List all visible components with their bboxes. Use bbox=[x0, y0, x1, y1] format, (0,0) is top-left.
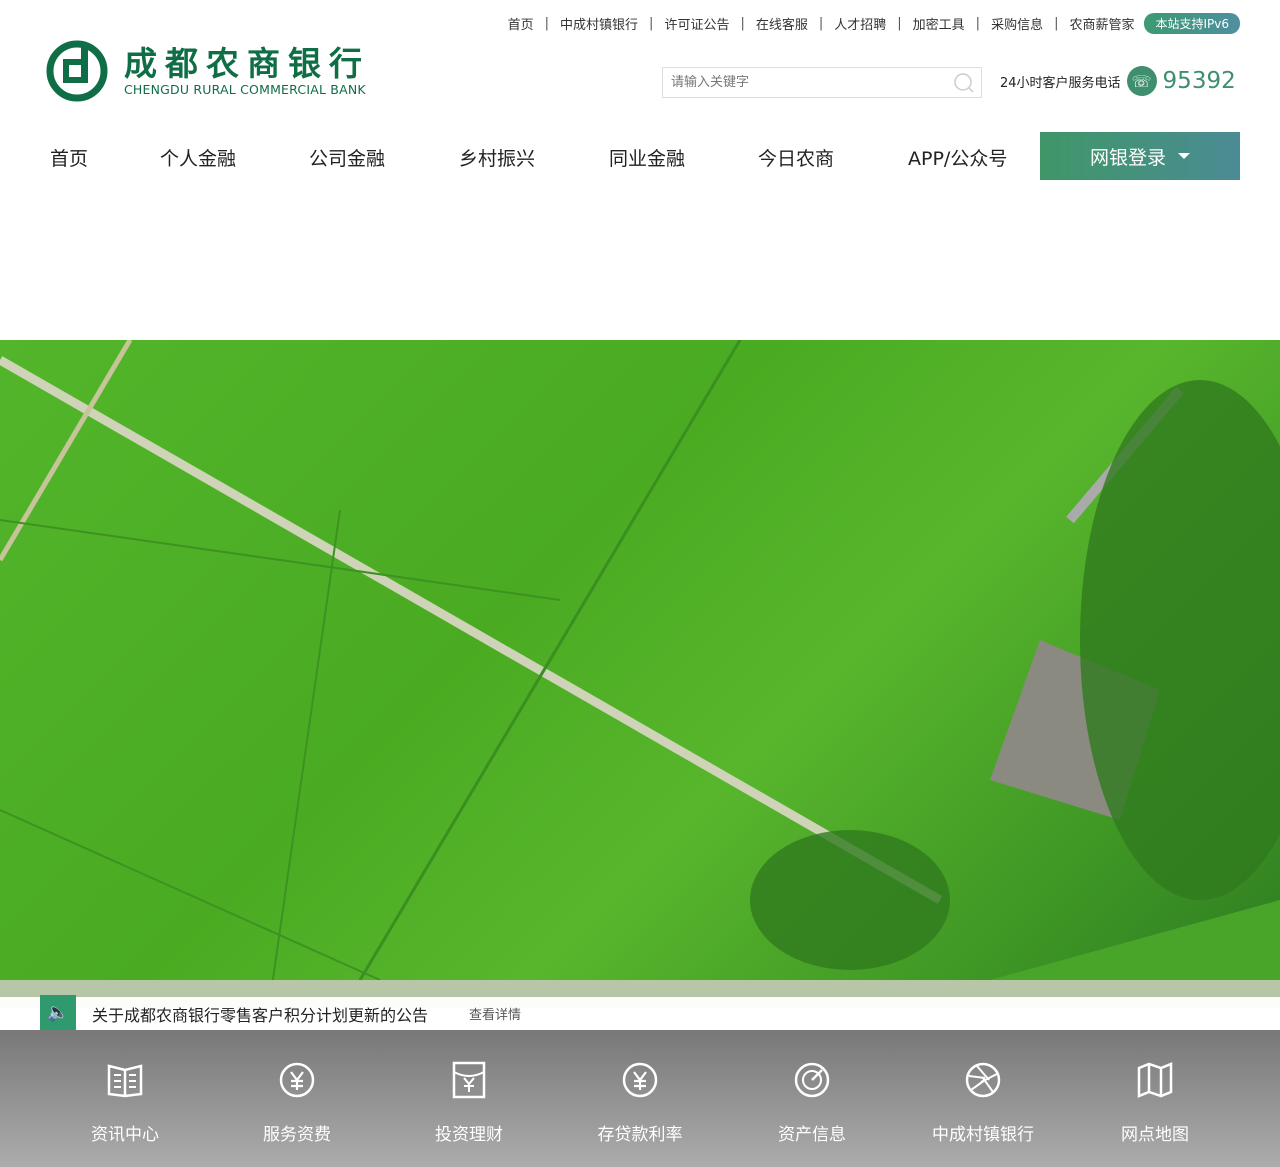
top-link-online-service[interactable]: 在线客服 bbox=[756, 14, 808, 33]
nav-app[interactable]: APP/公众号 bbox=[908, 144, 1007, 171]
hotline-number: 95392 bbox=[1162, 68, 1236, 94]
nav-home[interactable]: 首页 bbox=[50, 144, 88, 171]
logo[interactable]: 成都农商银行 CHENGDU RURAL COMMERCIAL BANK bbox=[46, 40, 370, 102]
notice-more-link[interactable]: 查看详情 bbox=[469, 1004, 521, 1023]
logo-mark-icon bbox=[46, 40, 108, 102]
quick-link-label: 资产信息 bbox=[778, 1125, 846, 1145]
quick-link-label: 服务资费 bbox=[263, 1125, 331, 1145]
top-link-careers[interactable]: 人才招聘 bbox=[834, 14, 886, 33]
quick-link-label: 资讯中心 bbox=[91, 1125, 159, 1145]
top-link-village-bank[interactable]: 中成村镇银行 bbox=[560, 14, 638, 33]
top-link-license[interactable]: 许可证公告 bbox=[664, 14, 729, 33]
logo-chinese-name: 成都农商银行 bbox=[124, 43, 370, 83]
quick-link-assets[interactable]: 资产信息 bbox=[732, 1060, 892, 1145]
top-links: 首页 | 中成村镇银行 | 许可证公告 | 在线客服 | 人才招聘 | 加密工具 | 采购信… bbox=[508, 13, 1240, 34]
quick-link-fees[interactable]: 服务资费 bbox=[217, 1060, 377, 1145]
phone-icon: ☏ bbox=[1126, 66, 1157, 96]
divider: | bbox=[818, 16, 824, 31]
map-icon bbox=[1137, 1062, 1173, 1098]
yuan-circle-icon bbox=[279, 1062, 315, 1098]
hotline-label: 24小时客户服务电话 bbox=[1000, 75, 1121, 91]
nav-interbank[interactable]: 同业金融 bbox=[609, 144, 685, 171]
quick-link-label: 网点地图 bbox=[1121, 1125, 1189, 1145]
search-box bbox=[662, 67, 982, 98]
nav-personal[interactable]: 个人金融 bbox=[160, 144, 236, 171]
hero-field-image bbox=[0, 340, 1280, 1008]
aperture-icon bbox=[965, 1062, 1001, 1098]
quick-link-village-bank[interactable]: 中成村镇银行 bbox=[903, 1060, 1063, 1145]
divider: | bbox=[740, 16, 745, 31]
quick-link-investment[interactable]: 投资理财 bbox=[389, 1060, 549, 1145]
login-label: 网银登录 bbox=[1089, 146, 1166, 169]
speaker-icon: 🔈 bbox=[40, 995, 76, 1030]
divider: | bbox=[544, 16, 550, 31]
quick-link-label: 中成村镇银行 bbox=[932, 1125, 1034, 1145]
yuan-envelope-icon bbox=[452, 1061, 486, 1099]
online-banking-login-button[interactable]: 网银登录 bbox=[1040, 132, 1240, 180]
hotline: 24小时客户服务电话 ☏ 95392 bbox=[1000, 66, 1236, 96]
divider: | bbox=[1054, 16, 1059, 31]
ipv6-badge: 本站支持IPv6 bbox=[1144, 13, 1240, 34]
top-link-payroll[interactable]: 农商薪管家 bbox=[1069, 14, 1134, 33]
quick-link-label: 投资理财 bbox=[435, 1125, 503, 1145]
quick-link-map[interactable]: 网点地图 bbox=[1075, 1060, 1235, 1145]
nav-corporate[interactable]: 公司金融 bbox=[309, 144, 385, 171]
book-icon bbox=[107, 1064, 143, 1098]
nav-rural[interactable]: 乡村振兴 bbox=[459, 144, 535, 171]
divider: | bbox=[649, 16, 654, 31]
notice-bar: 🔈 关于成都农商银行零售客户积分计划更新的公告 查看详情 bbox=[0, 995, 1280, 1030]
caret-down-icon bbox=[1178, 153, 1190, 159]
notice-text[interactable]: 关于成都农商银行零售客户积分计划更新的公告 bbox=[92, 1002, 428, 1026]
radar-icon bbox=[794, 1062, 830, 1098]
main-nav: 首页 个人金融 公司金融 乡村振兴 同业金融 今日农商 APP/公众号 网银登录 bbox=[0, 132, 1280, 180]
nav-news[interactable]: 今日农商 bbox=[758, 144, 834, 171]
search-icon[interactable] bbox=[953, 72, 975, 94]
quick-link-news[interactable]: 资讯中心 bbox=[45, 1060, 205, 1145]
divider: | bbox=[897, 16, 902, 31]
top-link-home[interactable]: 首页 bbox=[508, 14, 534, 33]
quick-link-rates[interactable]: 存贷款利率 bbox=[560, 1060, 720, 1145]
logo-english-name: CHENGDU RURAL COMMERCIAL BANK bbox=[124, 81, 366, 97]
top-link-encryption[interactable]: 加密工具 bbox=[913, 14, 965, 33]
top-link-procurement[interactable]: 采购信息 bbox=[991, 14, 1043, 33]
hero-banner bbox=[0, 340, 1280, 1008]
quick-links: 资讯中心 服务资费 投资理财 存贷款利率 资产信息 中成村镇银行 网点地图 bbox=[0, 1030, 1280, 1167]
quick-link-label: 存贷款利率 bbox=[597, 1125, 683, 1145]
divider: | bbox=[975, 16, 981, 31]
search-input[interactable] bbox=[671, 75, 953, 90]
yuan-circle-icon bbox=[622, 1062, 658, 1098]
